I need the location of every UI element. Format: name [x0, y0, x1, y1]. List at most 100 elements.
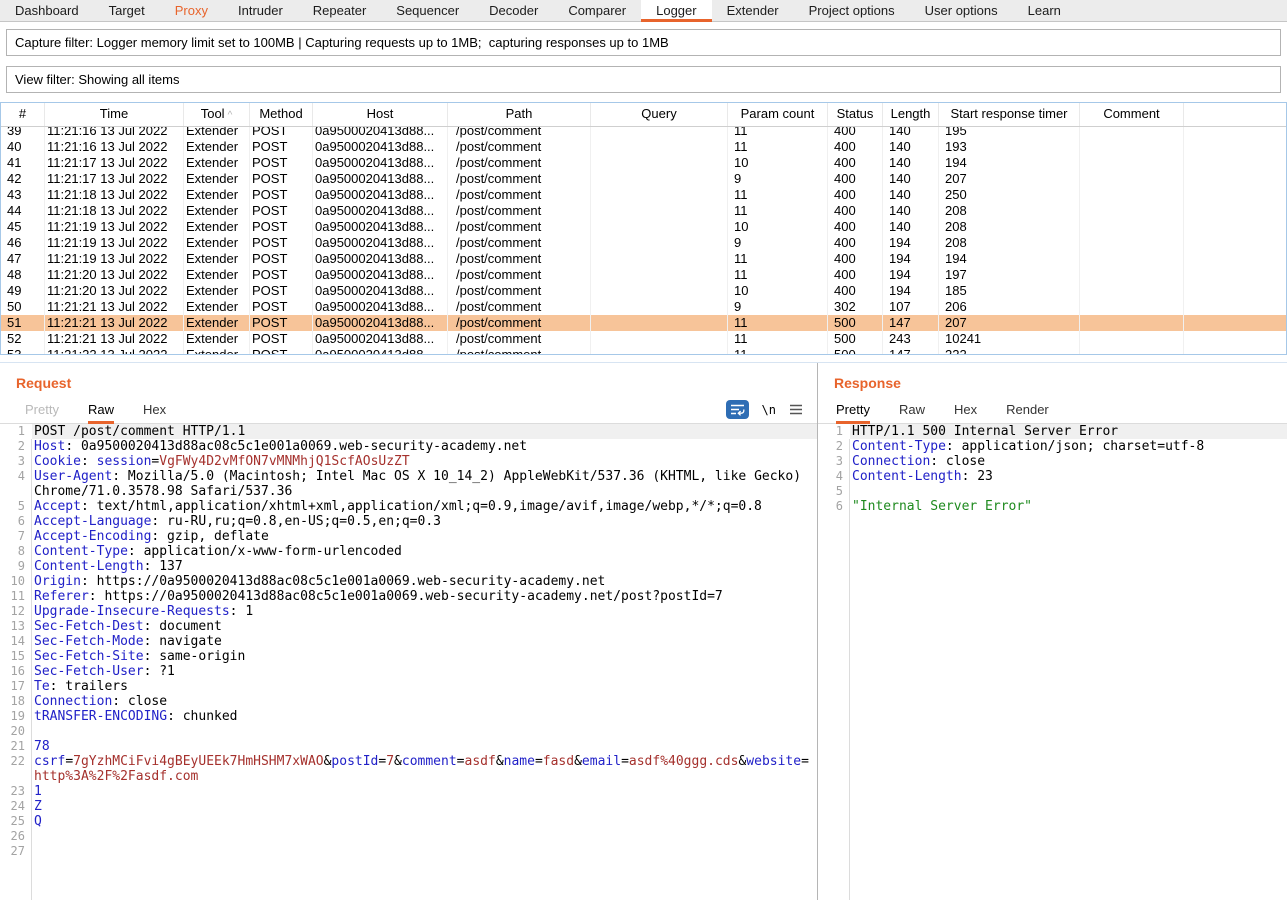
request-tab-hex[interactable]: Hex	[143, 399, 166, 424]
tab-repeater[interactable]: Repeater	[298, 0, 381, 22]
response-tab-pretty[interactable]: Pretty	[836, 399, 870, 424]
cell-status: 400	[828, 251, 883, 267]
line-number: 8	[0, 544, 31, 559]
cell-path: /post/comment	[448, 219, 591, 235]
code-text: Origin: https://0a9500020413d88ac08c5c1e…	[31, 574, 605, 589]
tab-comparer[interactable]: Comparer	[553, 0, 641, 22]
table-row[interactable]: 5311:21:22 13 Jul 2022ExtenderPOST0a9500…	[1, 347, 1286, 354]
line-number: 4	[818, 469, 849, 484]
code-text: Z	[31, 799, 42, 814]
request-editor[interactable]: 1POST /post/comment HTTP/1.12Host: 0a950…	[0, 424, 817, 900]
table-row[interactable]: 4511:21:19 13 Jul 2022ExtenderPOST0a9500…	[1, 219, 1286, 235]
cell-host: 0a9500020413d88...	[313, 299, 448, 315]
code-text: Referer: https://0a9500020413d88ac08c5c1…	[31, 589, 723, 604]
cell-filler	[1184, 127, 1286, 139]
newline-toggle[interactable]: \n	[762, 403, 776, 417]
table-row[interactable]: 5211:21:21 13 Jul 2022ExtenderPOST0a9500…	[1, 331, 1286, 347]
tab-decoder[interactable]: Decoder	[474, 0, 553, 22]
tab-logger[interactable]: Logger	[641, 0, 711, 22]
table-row[interactable]: 4911:21:20 13 Jul 2022ExtenderPOST0a9500…	[1, 283, 1286, 299]
response-tab-render[interactable]: Render	[1006, 399, 1049, 424]
cell-method: POST	[250, 315, 313, 331]
cell-host: 0a9500020413d88...	[313, 219, 448, 235]
tab-learn[interactable]: Learn	[1013, 0, 1076, 22]
cell-method: POST	[250, 235, 313, 251]
table-row[interactable]: 4111:21:17 13 Jul 2022ExtenderPOST0a9500…	[1, 155, 1286, 171]
tab-extender[interactable]: Extender	[712, 0, 794, 22]
tab-dashboard[interactable]: Dashboard	[0, 0, 94, 22]
cell-path: /post/comment	[448, 251, 591, 267]
column-header-method[interactable]: Method	[250, 103, 313, 126]
cell-comment	[1080, 203, 1184, 219]
code-text: HTTP/1.1 500 Internal Server Error	[849, 424, 1118, 439]
code-line: 1HTTP/1.1 500 Internal Server Error	[818, 424, 1287, 439]
tab-project-options[interactable]: Project options	[794, 0, 910, 22]
tab-target[interactable]: Target	[94, 0, 160, 22]
code-line: 25Q	[0, 814, 817, 829]
table-row[interactable]: 5011:21:21 13 Jul 2022ExtenderPOST0a9500…	[1, 299, 1286, 315]
cell-tool: Extender	[184, 235, 250, 251]
line-number: 18	[0, 694, 31, 709]
table-row[interactable]: 5111:21:21 13 Jul 2022ExtenderPOST0a9500…	[1, 315, 1286, 331]
code-text	[31, 844, 34, 859]
column-header-tool[interactable]: Tool^	[184, 103, 250, 126]
column-header-host[interactable]: Host	[313, 103, 448, 126]
line-number: 10	[0, 574, 31, 589]
cell-time: 11:21:16 13 Jul 2022	[45, 127, 184, 139]
tab-user-options[interactable]: User options	[910, 0, 1013, 22]
sort-ascending-icon: ^	[228, 110, 233, 121]
code-line: 5	[818, 484, 1287, 499]
code-line: 18Connection: close	[0, 694, 817, 709]
cell-param-count: 11	[728, 267, 828, 283]
table-row[interactable]: 4611:21:19 13 Jul 2022ExtenderPOST0a9500…	[1, 235, 1286, 251]
code-line: http%3A%2F%2Fasdf.com	[0, 769, 817, 784]
response-tab-raw[interactable]: Raw	[899, 399, 925, 424]
column-header-blank[interactable]: #	[1, 103, 45, 126]
code-line: 8Content-Type: application/x-www-form-ur…	[0, 544, 817, 559]
column-header-query[interactable]: Query	[591, 103, 728, 126]
tab-intruder[interactable]: Intruder	[223, 0, 298, 22]
cell-path: /post/comment	[448, 155, 591, 171]
cell-host: 0a9500020413d88...	[313, 267, 448, 283]
table-row[interactable]: 4411:21:18 13 Jul 2022ExtenderPOST0a9500…	[1, 203, 1286, 219]
table-row[interactable]: 3911:21:16 13 Jul 2022ExtenderPOST0a9500…	[1, 127, 1286, 139]
column-header-param-count[interactable]: Param count	[728, 103, 828, 126]
cell-length: 194	[883, 235, 939, 251]
table-row[interactable]: 4211:21:17 13 Jul 2022ExtenderPOST0a9500…	[1, 171, 1286, 187]
cell-time: 11:21:18 13 Jul 2022	[45, 187, 184, 203]
table-row[interactable]: 4711:21:19 13 Jul 2022ExtenderPOST0a9500…	[1, 251, 1286, 267]
wrap-lines-button[interactable]	[726, 400, 749, 419]
code-line: 12Upgrade-Insecure-Requests: 1	[0, 604, 817, 619]
cell-comment	[1080, 299, 1184, 315]
cell-tool: Extender	[184, 283, 250, 299]
cell-status: 302	[828, 299, 883, 315]
request-tab-raw[interactable]: Raw	[88, 399, 114, 424]
line-number: 24	[0, 799, 31, 814]
code-text: Upgrade-Insecure-Requests: 1	[31, 604, 253, 619]
column-header-length[interactable]: Length	[883, 103, 939, 126]
tab-proxy[interactable]: Proxy	[160, 0, 223, 22]
request-tab-pretty[interactable]: Pretty	[25, 399, 59, 424]
table-row[interactable]: 4311:21:18 13 Jul 2022ExtenderPOST0a9500…	[1, 187, 1286, 203]
response-tab-hex[interactable]: Hex	[954, 399, 977, 424]
column-header-comment[interactable]: Comment	[1080, 103, 1184, 126]
view-filter-bar[interactable]: View filter: Showing all items	[6, 66, 1281, 93]
cell-time: 11:21:21 13 Jul 2022	[45, 315, 184, 331]
capture-filter-bar[interactable]: Capture filter: Logger memory limit set …	[6, 29, 1281, 56]
menu-icon[interactable]	[789, 404, 803, 415]
column-header-path[interactable]: Path	[448, 103, 591, 126]
table-row[interactable]: 4011:21:16 13 Jul 2022ExtenderPOST0a9500…	[1, 139, 1286, 155]
cell-method: POST	[250, 267, 313, 283]
cell-time: 11:21:18 13 Jul 2022	[45, 203, 184, 219]
column-header-start-response-timer[interactable]: Start response timer	[939, 103, 1080, 126]
tab-sequencer[interactable]: Sequencer	[381, 0, 474, 22]
column-header-time[interactable]: Time	[45, 103, 184, 126]
response-editor[interactable]: 1HTTP/1.1 500 Internal Server Error2Cont…	[818, 424, 1287, 900]
line-number: 2	[818, 439, 849, 454]
cell-blank: 43	[1, 187, 45, 203]
table-row[interactable]: 4811:21:20 13 Jul 2022ExtenderPOST0a9500…	[1, 267, 1286, 283]
wrap-icon	[730, 403, 745, 416]
cell-method: POST	[250, 127, 313, 139]
cell-param-count: 11	[728, 187, 828, 203]
column-header-status[interactable]: Status	[828, 103, 883, 126]
